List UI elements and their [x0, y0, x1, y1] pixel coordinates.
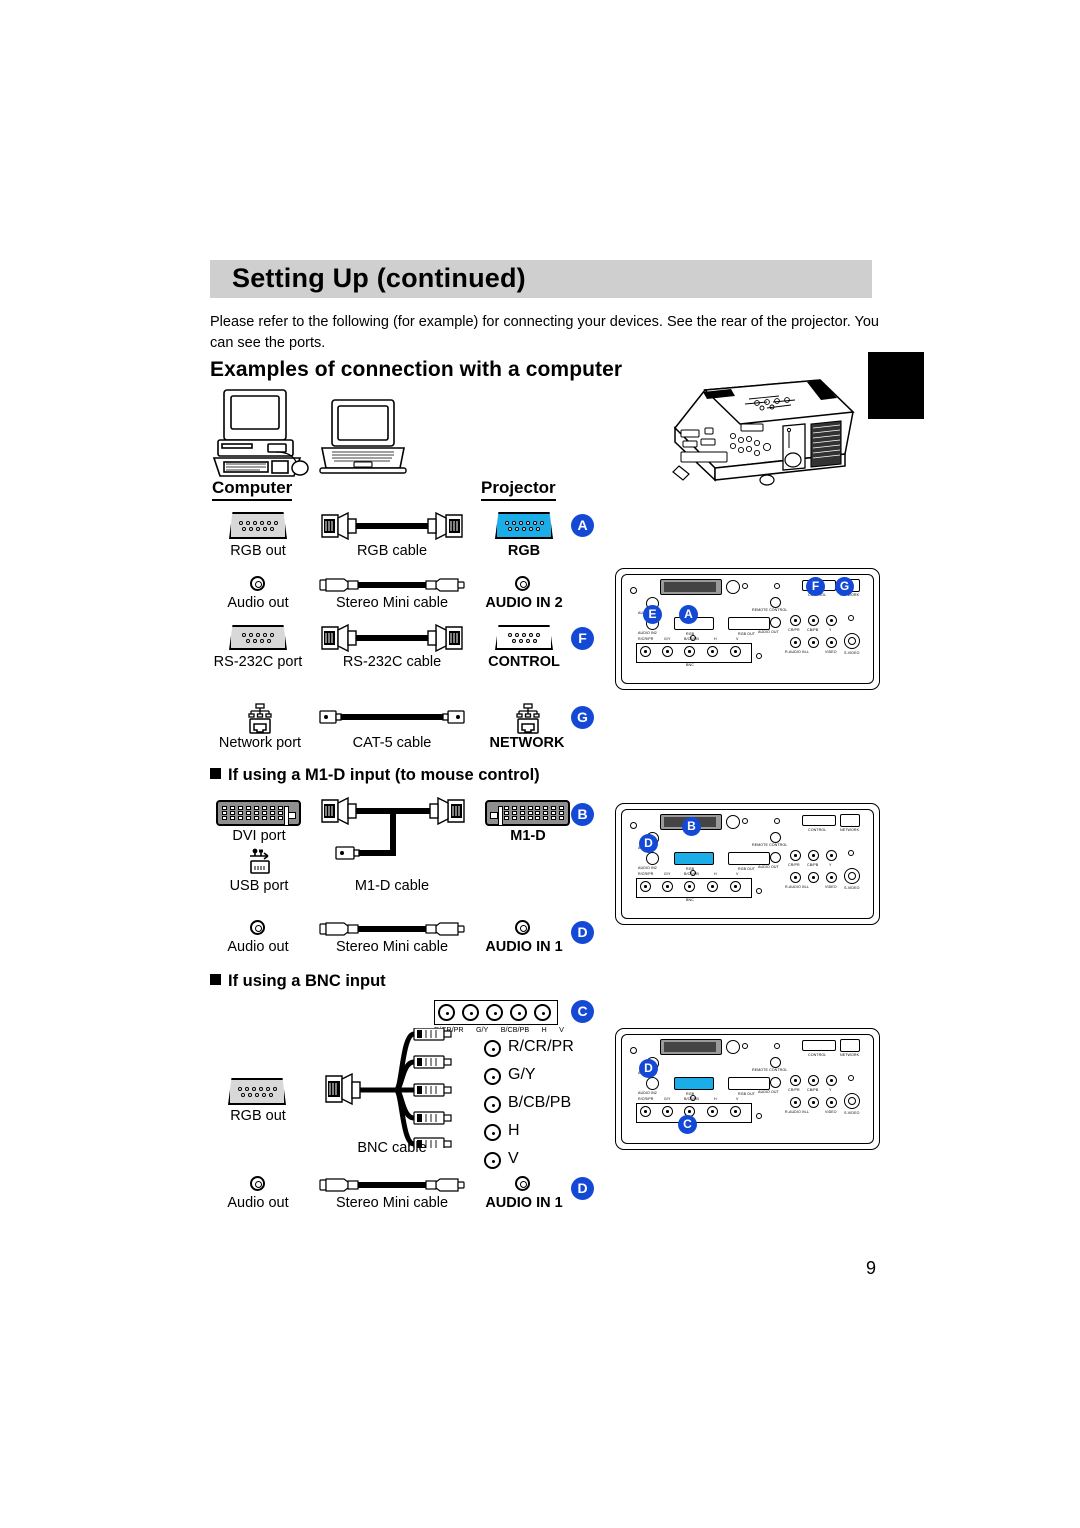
port-network-icon [247, 703, 272, 734]
label-control: CONTROL [488, 654, 560, 670]
label-usb-port: USB port [229, 878, 289, 894]
port-audio-out-bnc-icon [250, 1176, 265, 1191]
panel-badge-e: E [643, 605, 662, 624]
panel-badge-g: G [835, 577, 854, 596]
label-m1d-cable: M1-D cable [354, 878, 430, 894]
label-rgb-out-bnc: RGB out [230, 1108, 286, 1124]
section-heading-computer: Examples of connection with a computer [210, 358, 623, 381]
panel-badge-d-m1d: D [639, 834, 658, 853]
label-audio-in-1-m1d: AUDIO IN 1 [485, 939, 563, 955]
port-rgb-out-icon [229, 512, 287, 539]
label-rgb-out: RGB out [230, 543, 286, 559]
label-audio-in-2: AUDIO IN 2 [485, 595, 563, 611]
label-rs232c-cable: RS-232C cable [342, 654, 442, 670]
port-rgb-icon [495, 512, 553, 539]
subsection-heading-bnc: If using a BNC input [210, 972, 386, 991]
label-stereo-mini-cable-bnc: Stereo Mini cable [335, 1195, 449, 1211]
label-audio-out: Audio out [227, 595, 289, 611]
bnc-lead-jack-0 [484, 1040, 501, 1057]
port-dvi-icon [216, 800, 301, 826]
bullet-square-icon [210, 768, 221, 779]
bnc-lead-label-1: G/Y [508, 1066, 536, 1083]
bnc-lead-label-4: V [508, 1150, 519, 1167]
column-heading-computer: Computer [212, 478, 293, 501]
bnc-strip-label-3: H [541, 1025, 547, 1034]
label-audio-in-1-bnc: AUDIO IN 1 [485, 1195, 563, 1211]
bnc-lead-jack-4 [484, 1152, 501, 1169]
page-number: 9 [866, 1258, 877, 1278]
badge-g: G [571, 706, 594, 729]
port-network-dest-icon [515, 703, 540, 734]
label-dvi-port: DVI port [232, 828, 286, 844]
panel-badge-c: C [678, 1115, 697, 1134]
laptop-illustration [318, 398, 408, 483]
subsection-heading-m1d: If using a M1-D input (to mouse control) [210, 766, 540, 785]
manual-page: Setting Up (continued) Please refer to t… [0, 0, 1080, 1528]
port-m1d-icon [485, 800, 570, 826]
cable-m1d [318, 795, 468, 880]
bnc-lead-label-3: H [508, 1122, 520, 1139]
chapter-thumb-tab [868, 352, 924, 419]
page-title-band: Setting Up (continued) [210, 260, 872, 298]
label-stereo-mini-cable-m1d: Stereo Mini cable [335, 939, 449, 955]
port-audio-out-m1d-icon [250, 920, 265, 935]
badge-d-bnc: D [571, 1177, 594, 1200]
bnc-lead-label-2: B/CB/PB [508, 1094, 572, 1111]
rear-panel-rgb: AUDIO IN1 AUDIO IN2 RGB RGB OUT REMOTE C… [615, 568, 880, 690]
bnc-lead-label-0: R/CR/PR [508, 1038, 574, 1055]
label-rs232c-port: RS-232C port [213, 654, 303, 670]
panel-badge-b: B [682, 817, 701, 836]
badge-d-m1d: D [571, 921, 594, 944]
label-rgb: RGB [507, 543, 541, 559]
port-rgb-out-bnc-icon [228, 1078, 286, 1105]
column-heading-projector: Projector [481, 478, 556, 501]
bnc-lead-jack-1 [484, 1068, 501, 1085]
bnc-lead-jack-3 [484, 1124, 501, 1141]
port-control-icon [495, 625, 553, 650]
rear-panel-m1d: AUDIO IN1 AUDIO IN2 RGB RGB OUT REMOTE C… [615, 803, 880, 925]
bnc-strip-label-4: V [559, 1025, 564, 1034]
projector-illustration [645, 368, 865, 503]
panel-badge-d-bnc: D [639, 1059, 658, 1078]
label-bnc-cable: BNC cable [357, 1140, 427, 1156]
panel-badge-a: A [679, 605, 698, 624]
panel-badge-f: F [806, 577, 825, 596]
label-m1d: M1-D [510, 828, 546, 844]
port-audio-out-icon [250, 576, 265, 591]
label-stereo-mini-cable: Stereo Mini cable [335, 595, 449, 611]
label-rgb-cable: RGB cable [356, 543, 428, 559]
rear-panel-bnc: AUDIO IN1 AUDIO IN2 RGB RGB OUT REMOTE C… [615, 1028, 880, 1150]
badge-f: F [571, 627, 594, 650]
bnc-lead-jack-2 [484, 1096, 501, 1113]
bnc-port-strip [434, 1000, 558, 1025]
badge-a: A [571, 514, 594, 537]
badge-b: B [571, 803, 594, 826]
cable-bnc-fanout [318, 1027, 478, 1153]
label-cat5-cable: CAT-5 cable [352, 735, 432, 751]
bnc-strip-label-2: B/CB/PB [500, 1025, 530, 1034]
label-audio-out-m1d: Audio out [227, 939, 289, 955]
port-audio-in-2-icon [515, 576, 530, 591]
cable-cat5 [318, 708, 466, 731]
label-audio-out-bnc: Audio out [227, 1195, 289, 1211]
label-network-port: Network port [218, 735, 302, 751]
intro-paragraph: Please refer to the following (for examp… [210, 314, 879, 351]
desktop-computer-illustration [212, 388, 312, 485]
port-audio-in-1-bnc-icon [515, 1176, 530, 1191]
port-audio-in-1-m1d-icon [515, 920, 530, 935]
label-network: NETWORK [489, 735, 565, 751]
port-rs232c-icon [229, 625, 287, 650]
page-title: Setting Up (continued) [232, 263, 526, 293]
port-usb-icon [244, 848, 274, 874]
badge-c: C [571, 1000, 594, 1023]
bullet-square-icon-2 [210, 974, 221, 985]
